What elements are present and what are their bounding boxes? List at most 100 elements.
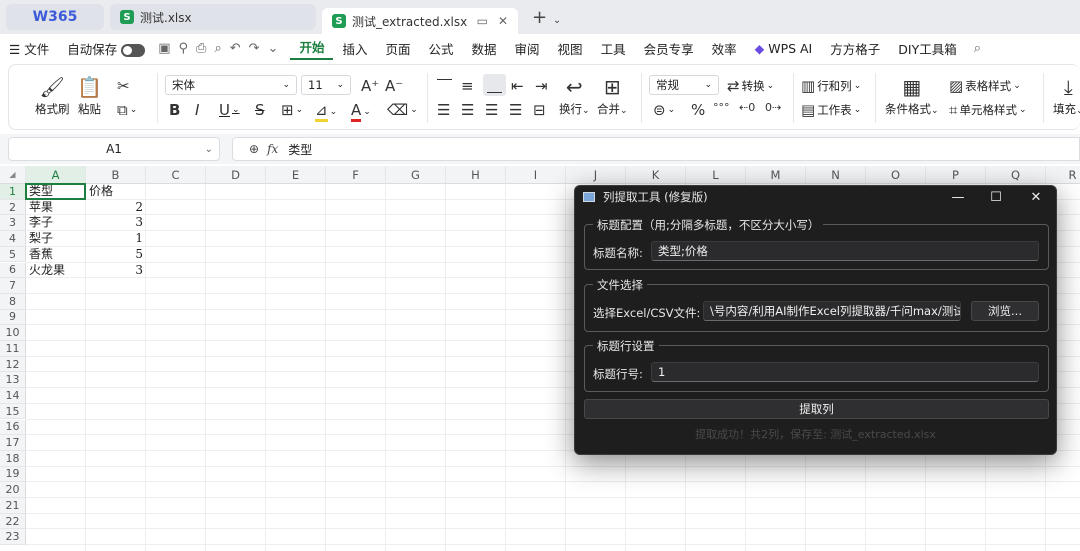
monitor-icon[interactable]: ▭ bbox=[477, 14, 488, 28]
rows-cols-button[interactable]: ▥ 行和列 ⌄ bbox=[801, 77, 861, 95]
column-header[interactable]: N bbox=[806, 166, 866, 184]
strikethrough-button[interactable]: S bbox=[255, 101, 265, 119]
menu-diy[interactable]: DIY工具箱 bbox=[889, 39, 965, 58]
copy-icon[interactable]: ⧉ ⌄ bbox=[117, 101, 137, 119]
row-header[interactable]: 3 bbox=[0, 215, 26, 232]
menu-tools[interactable]: 工具 bbox=[592, 39, 635, 58]
browse-button[interactable]: 浏览... bbox=[971, 301, 1039, 321]
minimize-icon[interactable]: — bbox=[939, 186, 977, 208]
format-painter-button[interactable]: 🖌 格式刷 bbox=[35, 75, 70, 117]
undo-icon[interactable]: ↶ bbox=[226, 41, 245, 56]
column-header[interactable]: J bbox=[566, 166, 626, 184]
row-header[interactable]: 6 bbox=[0, 262, 26, 279]
table-cell[interactable]: 2 bbox=[86, 200, 146, 216]
merge-button[interactable]: ⊞ 合并⌄ bbox=[597, 75, 628, 117]
formula-input[interactable]: ⊕ fx 类型 bbox=[232, 137, 1080, 161]
menu-wps-ai[interactable]: ◆ WPS AI bbox=[746, 41, 822, 56]
column-header[interactable]: F bbox=[326, 166, 386, 184]
row-header[interactable]: 23 bbox=[0, 529, 26, 546]
cell-style-button[interactable]: ⌗ 单元格样式 ⌄ bbox=[949, 101, 1027, 119]
row-header[interactable]: 17 bbox=[0, 435, 26, 451]
indent-increase-icon[interactable]: ⇥ bbox=[535, 77, 548, 95]
row-header[interactable]: 19 bbox=[0, 466, 26, 483]
row-header[interactable]: 20 bbox=[0, 482, 26, 498]
decimal-increase-icon[interactable]: ⇠0 bbox=[739, 101, 755, 114]
align-middle-icon[interactable]: ≡ bbox=[461, 77, 474, 95]
font-color-icon[interactable]: A ⌄ bbox=[351, 101, 371, 122]
tab-file-1[interactable]: S 测试.xlsx bbox=[110, 4, 316, 30]
indent-decrease-icon[interactable]: ⇤ bbox=[511, 77, 524, 95]
underline-button[interactable]: U ⌄ bbox=[219, 101, 240, 119]
currency-icon[interactable]: ⊜ ⌄ bbox=[653, 101, 675, 119]
menu-efficiency[interactable]: 效率 bbox=[703, 39, 746, 58]
header-row-input[interactable]: 1 bbox=[651, 362, 1039, 382]
row-header[interactable]: 12 bbox=[0, 356, 26, 373]
row-header[interactable]: 22 bbox=[0, 513, 26, 530]
table-cell[interactable]: 3 bbox=[86, 263, 146, 279]
decrease-font-icon[interactable]: A⁻ bbox=[385, 77, 403, 95]
fill-color-icon[interactable]: ⊿ ⌄ bbox=[315, 101, 337, 122]
fx-icon[interactable]: fx bbox=[267, 142, 278, 156]
table-cell[interactable]: 火龙果 bbox=[26, 263, 86, 279]
menu-home[interactable]: 开始 bbox=[290, 37, 334, 60]
align-bottom-icon[interactable]: ⎽ bbox=[483, 74, 507, 96]
font-size-select[interactable]: 11 ⌄ bbox=[301, 75, 351, 95]
tab-file-2[interactable]: S 测试_extracted.xlsx ▭ ✕ bbox=[322, 8, 518, 34]
eraser-icon[interactable]: ⌫ ⌄ bbox=[387, 101, 418, 119]
column-header[interactable]: M bbox=[746, 166, 806, 184]
table-cell[interactable]: 梨子 bbox=[26, 231, 86, 247]
menu-file[interactable]: ☰ 文件 bbox=[0, 39, 58, 58]
zoom-icon[interactable]: ⊕ bbox=[249, 142, 259, 156]
column-header[interactable]: A bbox=[26, 166, 86, 184]
row-header[interactable]: 7 bbox=[0, 278, 26, 294]
row-header[interactable]: 10 bbox=[0, 325, 26, 341]
table-cell[interactable]: 5 bbox=[86, 247, 146, 263]
autosave-toggle[interactable]: 自动保存 bbox=[58, 39, 154, 58]
maximize-icon[interactable]: ☐ bbox=[977, 186, 1015, 208]
search-icon[interactable]: ⌕ bbox=[970, 41, 985, 56]
italic-button[interactable]: I bbox=[195, 101, 199, 119]
row-header[interactable]: 1 bbox=[0, 184, 26, 200]
table-cell[interactable]: 1 bbox=[86, 231, 146, 247]
menu-insert[interactable]: 插入 bbox=[333, 39, 376, 58]
distributed-icon[interactable]: ⊟ bbox=[533, 101, 546, 119]
menu-member[interactable]: 会员专享 bbox=[635, 39, 703, 58]
column-header[interactable]: P bbox=[926, 166, 986, 184]
close-icon[interactable]: ✕ bbox=[1017, 186, 1055, 208]
select-all-corner[interactable]: ◢ bbox=[0, 166, 26, 184]
align-right-icon[interactable]: ☰ bbox=[485, 101, 498, 119]
column-header[interactable]: Q bbox=[986, 166, 1046, 184]
menu-page[interactable]: 页面 bbox=[376, 39, 419, 58]
wrap-button[interactable]: ↩ 换行⌄ bbox=[559, 75, 590, 117]
align-center-icon[interactable]: ☰ bbox=[461, 101, 474, 119]
row-header[interactable]: 18 bbox=[0, 450, 26, 467]
menu-data[interactable]: 数据 bbox=[463, 39, 506, 58]
wps-logo[interactable]: W365 bbox=[6, 4, 104, 30]
menu-review[interactable]: 审阅 bbox=[506, 39, 549, 58]
font-name-select[interactable]: 宋体 ⌄ bbox=[165, 75, 297, 95]
toggle-icon[interactable] bbox=[121, 43, 146, 57]
column-header[interactable]: G bbox=[386, 166, 446, 184]
row-header[interactable]: 4 bbox=[0, 231, 26, 247]
chevron-down-icon[interactable]: ⌄ bbox=[264, 41, 283, 56]
paste-button[interactable]: 📋 粘贴 bbox=[77, 75, 102, 117]
conditional-format-button[interactable]: ▦ 条件格式⌄ bbox=[885, 75, 939, 117]
column-header[interactable]: I bbox=[506, 166, 566, 184]
column-header[interactable]: E bbox=[266, 166, 326, 184]
fill-button[interactable]: ⤓ 填充⌄ bbox=[1053, 75, 1080, 117]
row-header[interactable]: 15 bbox=[0, 403, 26, 420]
extract-columns-button[interactable]: 提取列 bbox=[584, 399, 1049, 419]
table-cell[interactable]: 苹果 bbox=[26, 200, 86, 216]
row-header[interactable]: 13 bbox=[0, 372, 26, 389]
worksheet-button[interactable]: ▤ 工作表 ⌄ bbox=[801, 101, 861, 119]
table-cell[interactable]: 李子 bbox=[26, 215, 86, 231]
border-icon[interactable]: ⊞ ⌄ bbox=[281, 101, 303, 119]
column-header[interactable]: L bbox=[686, 166, 746, 184]
table-cell[interactable]: 香蕉 bbox=[26, 247, 86, 263]
menu-fangfang[interactable]: 方方格子 bbox=[821, 39, 889, 58]
row-header[interactable]: 16 bbox=[0, 419, 26, 436]
column-header[interactable]: O bbox=[866, 166, 926, 184]
print-icon[interactable]: ⎙ bbox=[192, 41, 210, 56]
redo-icon[interactable]: ↷ bbox=[245, 41, 264, 56]
bold-button[interactable]: B bbox=[169, 101, 180, 119]
